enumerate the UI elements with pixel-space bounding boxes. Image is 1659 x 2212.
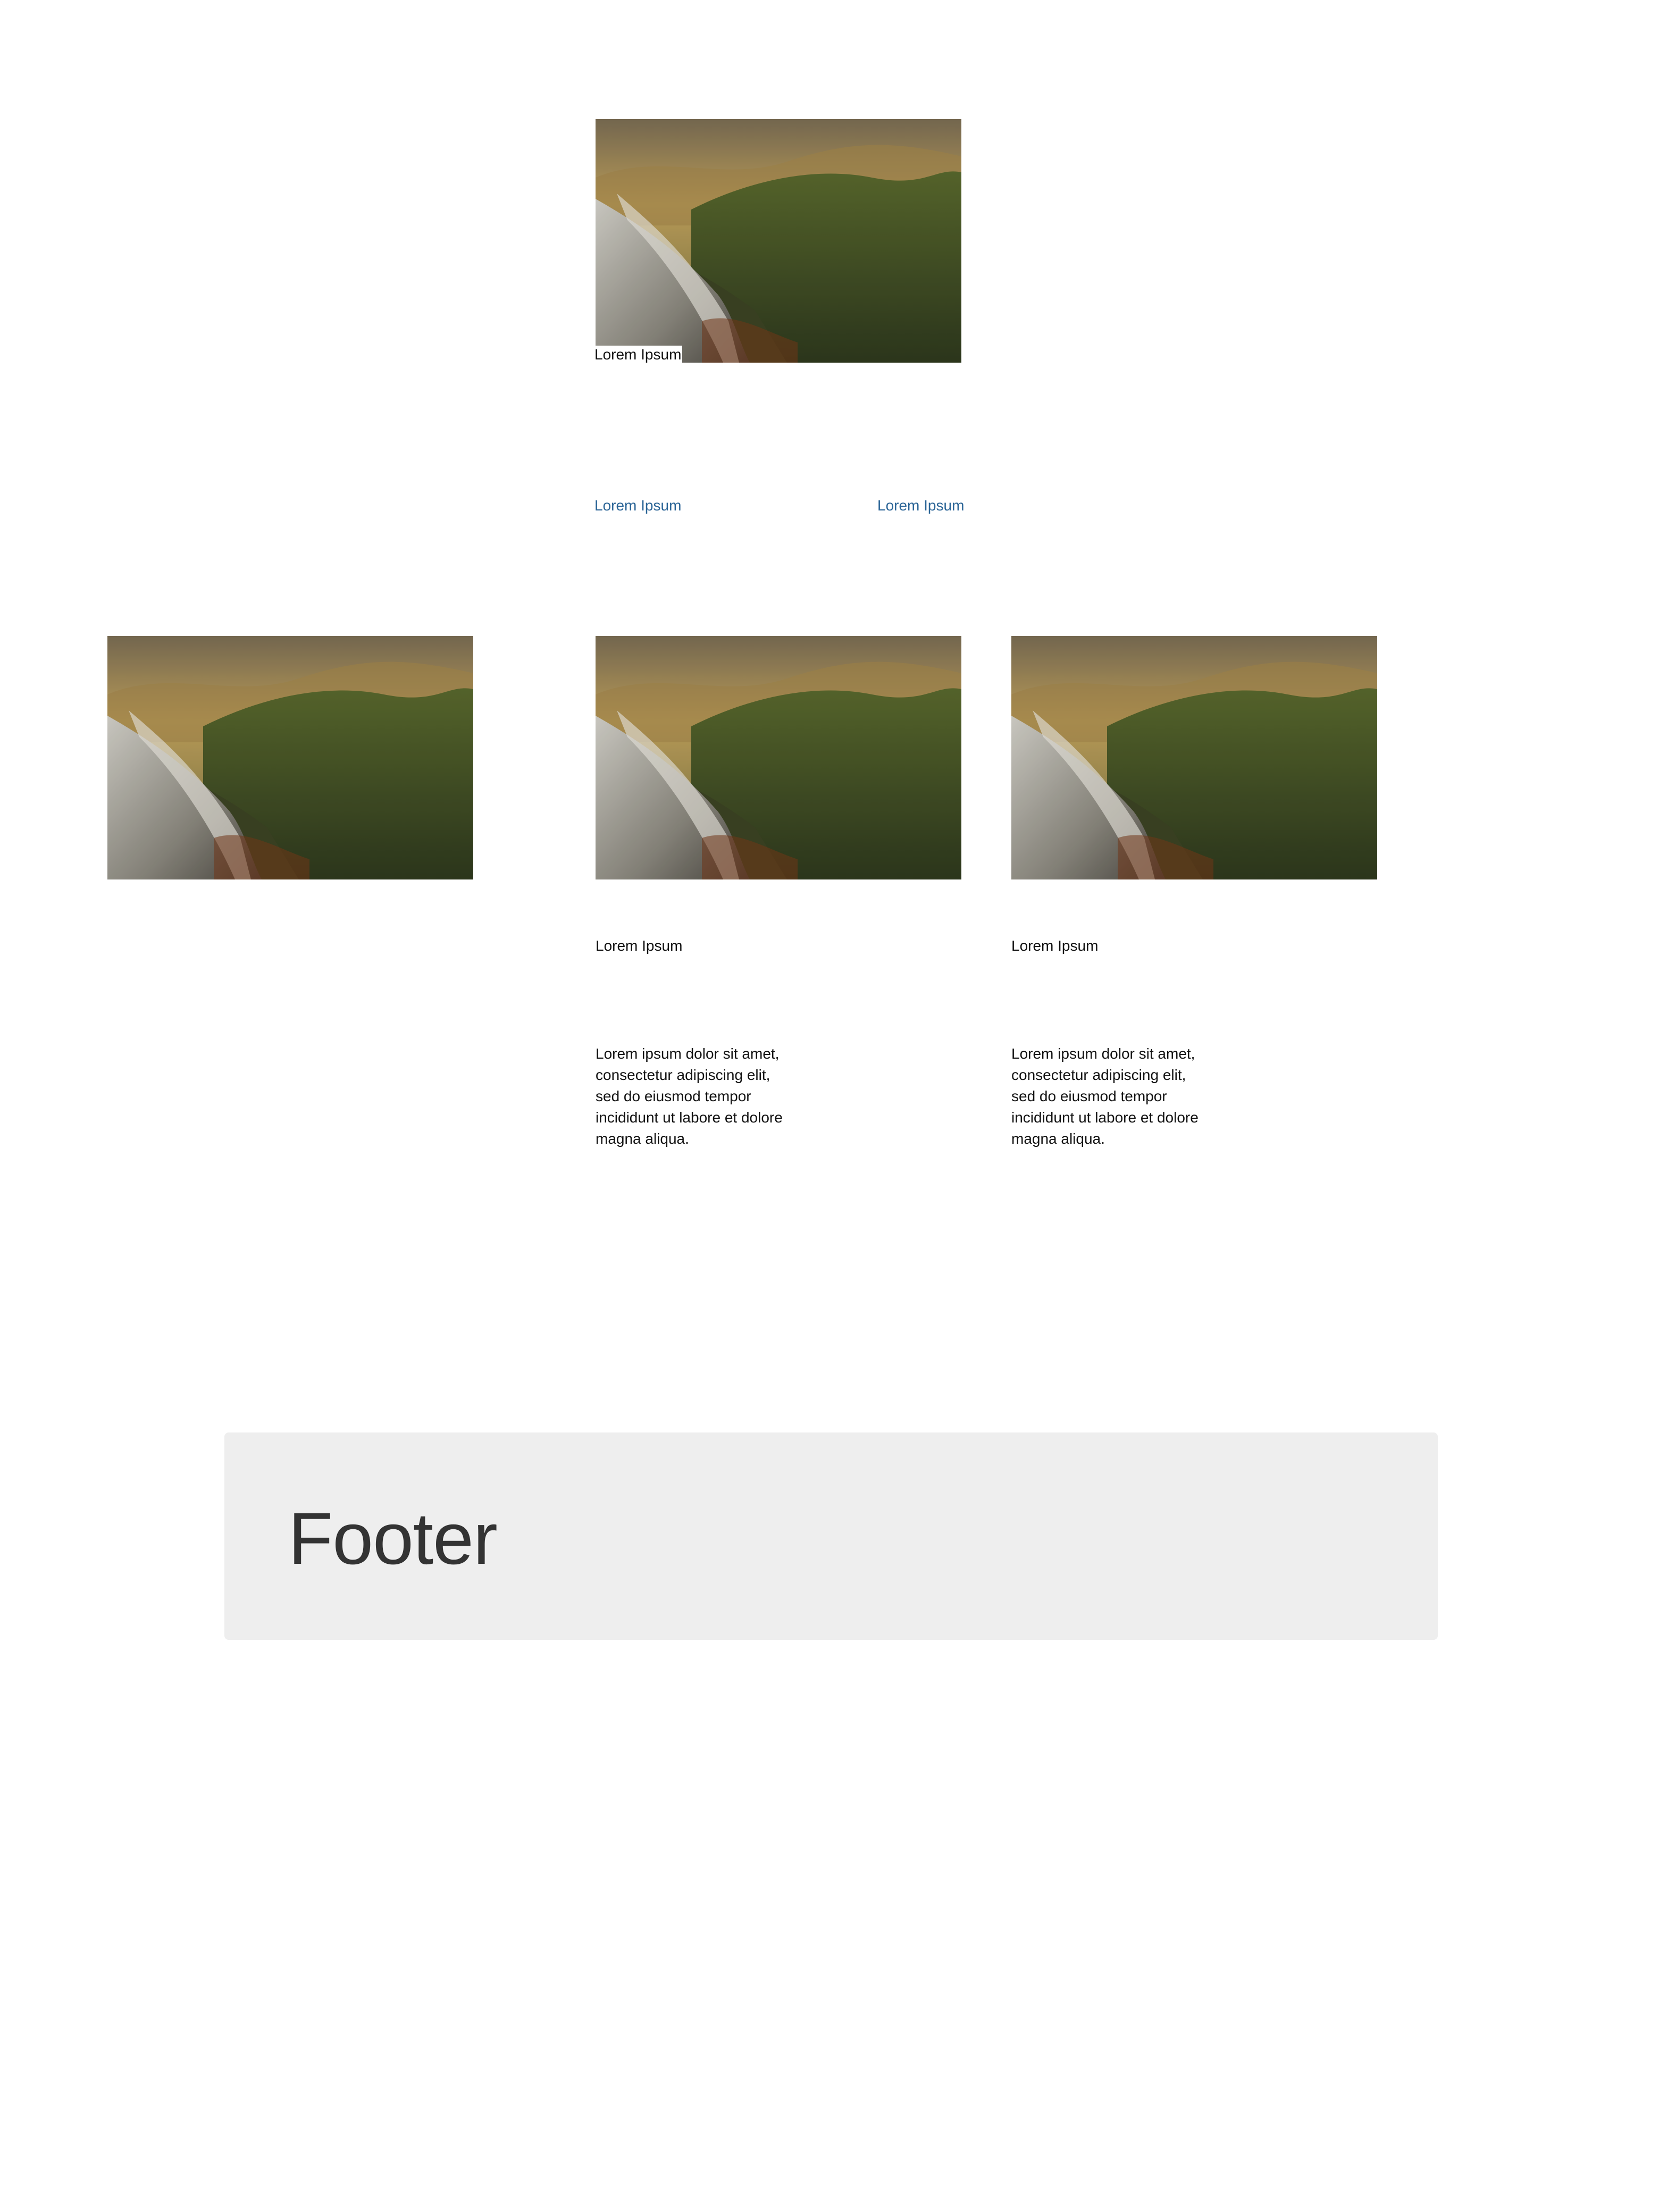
nav-link-left[interactable]: Lorem Ipsum — [594, 497, 681, 515]
footer: Footer — [224, 1432, 1438, 1640]
hero-caption: Lorem Ipsum — [594, 346, 683, 364]
footer-title: Footer — [288, 1498, 498, 1580]
card-image-2 — [596, 636, 961, 879]
card-title-3: Lorem Ipsum — [1011, 937, 1099, 954]
hero-image — [596, 119, 961, 363]
nav-link-right[interactable]: Lorem Ipsum — [877, 497, 964, 515]
card-image-1 — [107, 636, 473, 879]
card-text-2: Lorem ipsum dolor sit amet, consectetur … — [596, 1045, 783, 1147]
card-title-2: Lorem Ipsum — [596, 937, 683, 954]
card-image-3 — [1011, 636, 1377, 879]
card-text-3: Lorem ipsum dolor sit amet, consectetur … — [1011, 1045, 1199, 1147]
